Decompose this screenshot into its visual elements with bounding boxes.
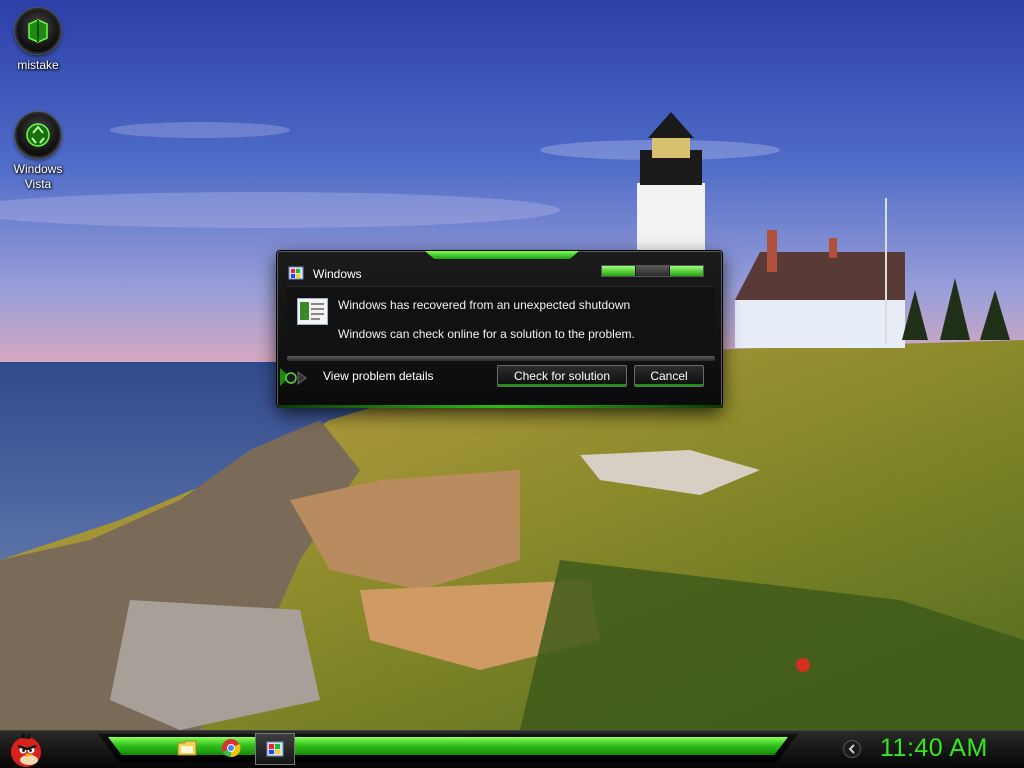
dialog-message-body: Windows can check online for a solution …: [338, 327, 635, 341]
taskbar-clock[interactable]: 11:40 AM: [880, 734, 988, 763]
close-button[interactable]: [670, 266, 703, 276]
green-cube-orb-icon: [15, 8, 61, 54]
explorer-taskbar-button[interactable]: [174, 735, 200, 761]
window-caption-buttons: [601, 265, 704, 277]
taskbar: 11:40 AM: [0, 730, 1024, 768]
folder-icon: [177, 740, 197, 756]
recycle-bin-orb-icon: [15, 112, 61, 158]
dialog-bottom-glow: [278, 405, 723, 408]
maximize-button[interactable]: [636, 266, 670, 276]
dialog-window-icon: [266, 741, 284, 757]
desktop-icon-label: Windows Vista: [13, 162, 63, 191]
report-window-icon: [297, 298, 328, 325]
taskbar-green-bar: [108, 737, 788, 755]
dialog-content: Windows has recovered from an unexpected…: [287, 286, 715, 350]
desktop-icon-windows-vista[interactable]: Windows Vista: [0, 112, 76, 192]
minimize-button[interactable]: [602, 266, 636, 276]
desktop-icon-label: mistake: [17, 58, 59, 72]
chrome-taskbar-button[interactable]: [218, 735, 244, 761]
cancel-button[interactable]: Cancel: [634, 365, 704, 387]
chrome-icon: [222, 739, 241, 758]
check-for-solution-button[interactable]: Check for solution: [497, 365, 627, 387]
dialog-top-glow: [425, 251, 579, 259]
view-problem-details-label: View problem details: [323, 369, 434, 383]
dialog-separator: [287, 356, 715, 361]
start-button[interactable]: [6, 729, 46, 768]
recovery-dialog-taskbar-button[interactable]: [255, 733, 295, 765]
desktop-icon-mistake[interactable]: mistake: [0, 8, 76, 73]
dialog-message-heading: Windows has recovered from an unexpected…: [338, 298, 631, 312]
view-problem-details-toggle[interactable]: View problem details: [280, 366, 450, 388]
windows-dialog-icon: [288, 266, 304, 280]
expand-details-icon: [280, 368, 307, 386]
recovery-dialog: Windows Windows has recovered from an un…: [277, 251, 723, 408]
dialog-title: Windows: [313, 267, 362, 281]
angry-bird-icon: [11, 732, 41, 767]
chevron-left-icon: [848, 744, 855, 754]
show-hidden-icons-button[interactable]: [843, 740, 861, 758]
